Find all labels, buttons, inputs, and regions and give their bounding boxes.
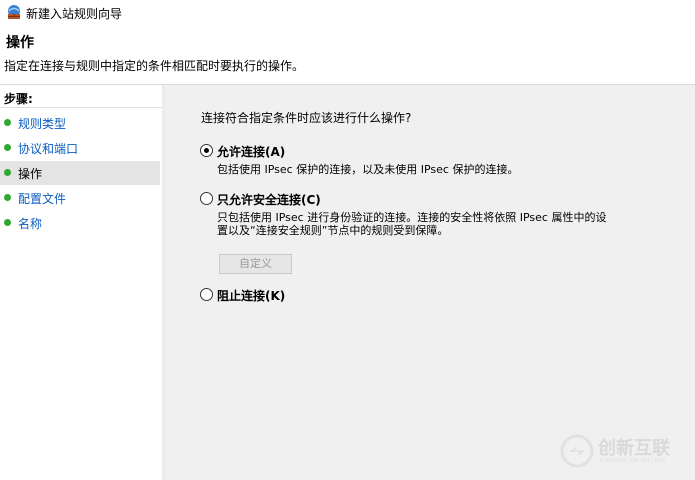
step-label[interactable]: 名称 [18,215,42,232]
watermark-logo-icon [560,434,594,468]
steps-sidebar: 步骤: 规则类型 协议和端口 操作 配置文件 名称 [0,85,162,480]
steps-heading: 步骤: [4,92,33,106]
option-block-label[interactable]: 阻止连接(K) [217,287,285,304]
step-label: 操作 [18,167,43,181]
steps-divider [0,107,162,108]
option-secure-label[interactable]: 只允许安全连接(C) [217,191,321,208]
title-bar: 新建入站规则向导 [0,0,695,26]
option-allow-description: 包括使用 IPsec 保护的连接，以及未使用 IPsec 保护的连接。 [217,163,519,176]
page-title: 操作 [6,35,34,51]
page-description: 指定在连接与规则中指定的条件相匹配时要执行的操作。 [4,59,305,73]
step-status-dot-icon [4,119,11,126]
watermark-subtext: CHUANG XIN HU LIAN [600,457,666,464]
step-label[interactable]: 协议和端口 [18,140,78,157]
wizard-header: 操作 指定在连接与规则中指定的条件相匹配时要执行的操作。 [0,26,695,85]
step-rule-type[interactable]: 规则类型 [0,111,160,135]
step-label[interactable]: 配置文件 [18,190,66,207]
step-action[interactable]: 操作 [0,161,160,185]
radio-allow-connection[interactable] [200,144,213,157]
option-allow-label[interactable]: 允许连接(A) [217,143,285,160]
option-secure-description-line2: 置以及“连接安全规则”节点中的规则受到保障。 [217,224,449,237]
radio-block-connection[interactable] [200,288,213,301]
step-profile[interactable]: 配置文件 [0,186,160,210]
step-name[interactable]: 名称 [0,211,160,235]
watermark: 创新互联 CHUANG XIN HU LIAN [560,432,690,470]
radio-allow-secure-connection[interactable] [200,192,213,205]
firewall-icon [8,5,20,19]
window-title: 新建入站规则向导 [26,7,123,21]
step-status-dot-icon [4,219,11,226]
content-pane: 连接符合指定条件时应该进行什么操作? 允许连接(A) 包括使用 IPsec 保护… [165,85,695,480]
step-protocol-ports[interactable]: 协议和端口 [0,136,160,160]
step-status-dot-icon [4,169,11,176]
step-status-dot-icon [4,194,11,201]
action-question: 连接符合指定条件时应该进行什么操作? [201,111,412,125]
step-label[interactable]: 规则类型 [18,115,66,132]
customize-button[interactable]: 自定义 [219,254,292,274]
step-status-dot-icon [4,144,11,151]
option-secure-description-line1: 只包括使用 IPsec 进行身份验证的连接。连接的安全性将依照 IPsec 属性… [217,211,607,224]
